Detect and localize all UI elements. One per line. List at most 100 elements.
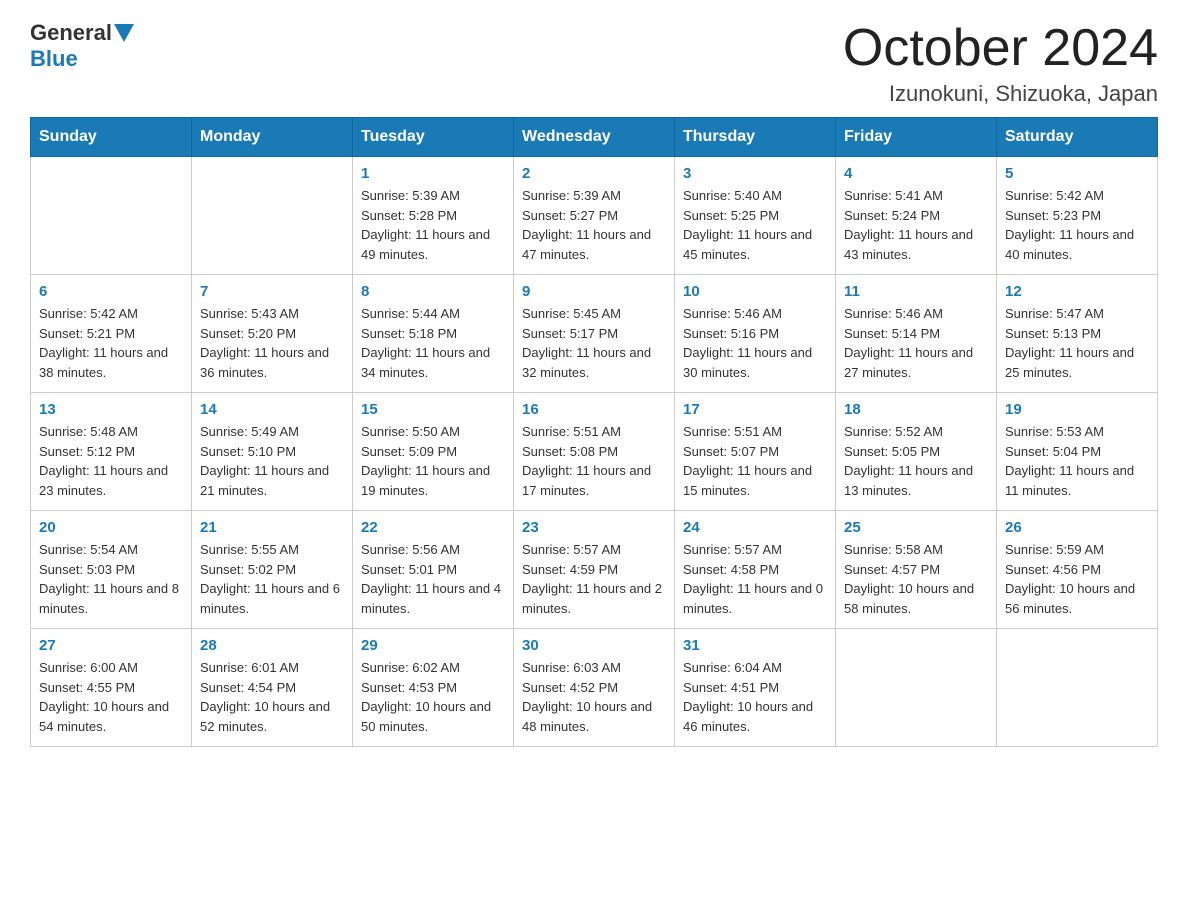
sunset-text: Sunset: 5:13 PM bbox=[1005, 324, 1149, 344]
calendar-week-row: 27Sunrise: 6:00 AMSunset: 4:55 PMDayligh… bbox=[31, 629, 1158, 747]
sunrise-text: Sunrise: 6:01 AM bbox=[200, 658, 344, 678]
sunrise-text: Sunrise: 5:46 AM bbox=[844, 304, 988, 324]
daylight-text: Daylight: 11 hours and 34 minutes. bbox=[361, 343, 505, 382]
sunrise-text: Sunrise: 5:54 AM bbox=[39, 540, 183, 560]
sunset-text: Sunset: 5:01 PM bbox=[361, 560, 505, 580]
calendar-cell: 27Sunrise: 6:00 AMSunset: 4:55 PMDayligh… bbox=[31, 629, 192, 747]
sunrise-text: Sunrise: 5:53 AM bbox=[1005, 422, 1149, 442]
daylight-text: Daylight: 11 hours and 13 minutes. bbox=[844, 461, 988, 500]
sunrise-text: Sunrise: 5:51 AM bbox=[522, 422, 666, 442]
sunset-text: Sunset: 4:54 PM bbox=[200, 678, 344, 698]
sunrise-text: Sunrise: 5:45 AM bbox=[522, 304, 666, 324]
daylight-text: Daylight: 11 hours and 11 minutes. bbox=[1005, 461, 1149, 500]
sunset-text: Sunset: 5:18 PM bbox=[361, 324, 505, 344]
day-number: 2 bbox=[522, 165, 666, 182]
calendar-cell: 16Sunrise: 5:51 AMSunset: 5:08 PMDayligh… bbox=[514, 393, 675, 511]
day-number: 20 bbox=[39, 519, 183, 536]
sunrise-text: Sunrise: 5:51 AM bbox=[683, 422, 827, 442]
sunset-text: Sunset: 5:09 PM bbox=[361, 442, 505, 462]
calendar-cell: 19Sunrise: 5:53 AMSunset: 5:04 PMDayligh… bbox=[997, 393, 1158, 511]
sunset-text: Sunset: 5:24 PM bbox=[844, 206, 988, 226]
calendar-cell bbox=[31, 157, 192, 275]
day-number: 6 bbox=[39, 283, 183, 300]
logo-blue-text: Blue bbox=[30, 46, 78, 71]
sunset-text: Sunset: 4:56 PM bbox=[1005, 560, 1149, 580]
sunset-text: Sunset: 5:17 PM bbox=[522, 324, 666, 344]
day-number: 18 bbox=[844, 401, 988, 418]
daylight-text: Daylight: 11 hours and 8 minutes. bbox=[39, 579, 183, 618]
calendar-week-row: 6Sunrise: 5:42 AMSunset: 5:21 PMDaylight… bbox=[31, 275, 1158, 393]
sunrise-text: Sunrise: 5:42 AM bbox=[1005, 186, 1149, 206]
calendar-cell bbox=[997, 629, 1158, 747]
sunset-text: Sunset: 5:08 PM bbox=[522, 442, 666, 462]
day-number: 27 bbox=[39, 637, 183, 654]
calendar-cell: 14Sunrise: 5:49 AMSunset: 5:10 PMDayligh… bbox=[192, 393, 353, 511]
sunset-text: Sunset: 5:10 PM bbox=[200, 442, 344, 462]
sunrise-text: Sunrise: 5:49 AM bbox=[200, 422, 344, 442]
day-number: 5 bbox=[1005, 165, 1149, 182]
day-number: 1 bbox=[361, 165, 505, 182]
daylight-text: Daylight: 10 hours and 48 minutes. bbox=[522, 697, 666, 736]
day-number: 31 bbox=[683, 637, 827, 654]
sunset-text: Sunset: 5:21 PM bbox=[39, 324, 183, 344]
daylight-text: Daylight: 11 hours and 49 minutes. bbox=[361, 225, 505, 264]
daylight-text: Daylight: 11 hours and 27 minutes. bbox=[844, 343, 988, 382]
day-number: 21 bbox=[200, 519, 344, 536]
sunset-text: Sunset: 5:25 PM bbox=[683, 206, 827, 226]
day-number: 16 bbox=[522, 401, 666, 418]
calendar-table: Sunday Monday Tuesday Wednesday Thursday… bbox=[30, 117, 1158, 747]
sunrise-text: Sunrise: 5:47 AM bbox=[1005, 304, 1149, 324]
day-number: 26 bbox=[1005, 519, 1149, 536]
calendar-cell: 26Sunrise: 5:59 AMSunset: 4:56 PMDayligh… bbox=[997, 511, 1158, 629]
sunrise-text: Sunrise: 5:58 AM bbox=[844, 540, 988, 560]
daylight-text: Daylight: 11 hours and 23 minutes. bbox=[39, 461, 183, 500]
day-number: 30 bbox=[522, 637, 666, 654]
calendar-cell: 4Sunrise: 5:41 AMSunset: 5:24 PMDaylight… bbox=[836, 157, 997, 275]
calendar-cell: 9Sunrise: 5:45 AMSunset: 5:17 PMDaylight… bbox=[514, 275, 675, 393]
daylight-text: Daylight: 11 hours and 2 minutes. bbox=[522, 579, 666, 618]
sunrise-text: Sunrise: 5:57 AM bbox=[683, 540, 827, 560]
calendar-cell: 22Sunrise: 5:56 AMSunset: 5:01 PMDayligh… bbox=[353, 511, 514, 629]
sunrise-text: Sunrise: 5:39 AM bbox=[522, 186, 666, 206]
day-number: 29 bbox=[361, 637, 505, 654]
calendar-cell: 25Sunrise: 5:58 AMSunset: 4:57 PMDayligh… bbox=[836, 511, 997, 629]
sunrise-text: Sunrise: 5:56 AM bbox=[361, 540, 505, 560]
calendar-cell: 12Sunrise: 5:47 AMSunset: 5:13 PMDayligh… bbox=[997, 275, 1158, 393]
page-header: General Blue October 2024 Izunokuni, Shi… bbox=[30, 20, 1158, 107]
calendar-body: 1Sunrise: 5:39 AMSunset: 5:28 PMDaylight… bbox=[31, 157, 1158, 747]
daylight-text: Daylight: 11 hours and 0 minutes. bbox=[683, 579, 827, 618]
sunrise-text: Sunrise: 5:39 AM bbox=[361, 186, 505, 206]
day-number: 24 bbox=[683, 519, 827, 536]
sunset-text: Sunset: 5:28 PM bbox=[361, 206, 505, 226]
sunset-text: Sunset: 5:05 PM bbox=[844, 442, 988, 462]
sunset-text: Sunset: 4:57 PM bbox=[844, 560, 988, 580]
daylight-text: Daylight: 10 hours and 56 minutes. bbox=[1005, 579, 1149, 618]
col-friday: Friday bbox=[836, 118, 997, 157]
col-tuesday: Tuesday bbox=[353, 118, 514, 157]
sunset-text: Sunset: 5:02 PM bbox=[200, 560, 344, 580]
daylight-text: Daylight: 11 hours and 21 minutes. bbox=[200, 461, 344, 500]
sunrise-text: Sunrise: 6:00 AM bbox=[39, 658, 183, 678]
calendar-cell: 6Sunrise: 5:42 AMSunset: 5:21 PMDaylight… bbox=[31, 275, 192, 393]
calendar-header: Sunday Monday Tuesday Wednesday Thursday… bbox=[31, 118, 1158, 157]
sunrise-text: Sunrise: 6:02 AM bbox=[361, 658, 505, 678]
calendar-cell: 13Sunrise: 5:48 AMSunset: 5:12 PMDayligh… bbox=[31, 393, 192, 511]
calendar-cell: 20 Sunrise: 5:54 AMSunset: 5:03 PMDayligh… bbox=[31, 511, 192, 629]
day-number: 7 bbox=[200, 283, 344, 300]
sunset-text: Sunset: 5:03 PM bbox=[39, 560, 183, 580]
calendar-cell: 28Sunrise: 6:01 AMSunset: 4:54 PMDayligh… bbox=[192, 629, 353, 747]
calendar-cell: 1 Sunrise: 5:39 AMSunset: 5:28 PMDaylight… bbox=[353, 157, 514, 275]
sunset-text: Sunset: 4:52 PM bbox=[522, 678, 666, 698]
calendar-cell: 8Sunrise: 5:44 AMSunset: 5:18 PMDaylight… bbox=[353, 275, 514, 393]
daylight-text: Daylight: 10 hours and 52 minutes. bbox=[200, 697, 344, 736]
calendar-cell: 15Sunrise: 5:50 AMSunset: 5:09 PMDayligh… bbox=[353, 393, 514, 511]
calendar-cell: 5Sunrise: 5:42 AMSunset: 5:23 PMDaylight… bbox=[997, 157, 1158, 275]
day-number: 4 bbox=[844, 165, 988, 182]
daylight-text: Daylight: 11 hours and 30 minutes. bbox=[683, 343, 827, 382]
daylight-text: Daylight: 11 hours and 15 minutes. bbox=[683, 461, 827, 500]
day-number: 19 bbox=[1005, 401, 1149, 418]
calendar-cell: 11Sunrise: 5:46 AMSunset: 5:14 PMDayligh… bbox=[836, 275, 997, 393]
day-number: 15 bbox=[361, 401, 505, 418]
day-number: 10 bbox=[683, 283, 827, 300]
day-number: 12 bbox=[1005, 283, 1149, 300]
